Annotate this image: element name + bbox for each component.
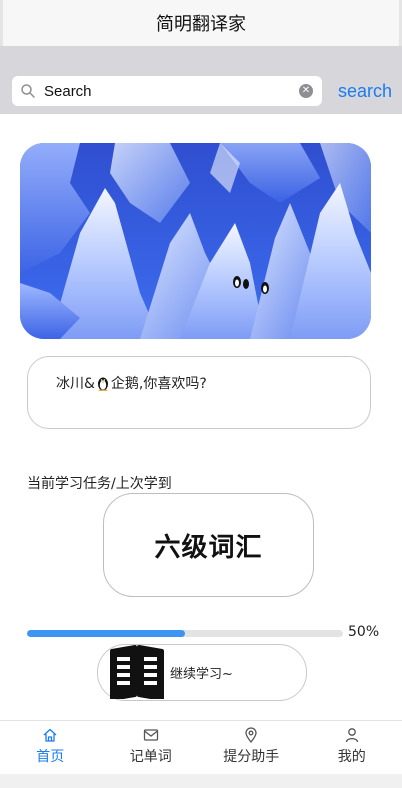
location-icon: [245, 727, 257, 743]
user-icon: [345, 728, 358, 743]
search-button[interactable]: search: [338, 81, 392, 102]
vocab-book-title: 六级词汇: [154, 532, 263, 563]
tab-profile[interactable]: 我的: [302, 721, 402, 774]
tab-score-helper-label: 提分助手: [223, 749, 280, 765]
caption-text-before: 冰川&: [56, 376, 95, 392]
caption-card: 冰川& 企鹅,你喜欢吗?: [27, 356, 371, 429]
tab-vocabulary-label: 记单词: [129, 749, 172, 765]
glacier-banner-image[interactable]: [20, 143, 371, 339]
vocab-book-card[interactable]: 六级词汇: [103, 493, 314, 597]
search-icon: [21, 84, 35, 98]
glacier-illustration: [20, 143, 371, 339]
caption-text-after: 企鹅,你喜欢吗?: [110, 376, 207, 392]
book-icon: [110, 645, 164, 699]
search-bar: ✕ search: [0, 46, 402, 114]
progress-label: 50%: [348, 624, 380, 640]
tab-profile-label: 我的: [337, 749, 366, 765]
tab-vocabulary[interactable]: 记单词: [101, 721, 202, 774]
tab-score-helper[interactable]: 提分助手: [201, 721, 302, 774]
tab-home[interactable]: 首页: [0, 721, 101, 774]
continue-learning-label: 继续学习~: [170, 667, 233, 682]
penguin-icon: [97, 377, 108, 391]
mail-icon: [143, 729, 158, 741]
search-input[interactable]: [44, 82, 284, 100]
progress-bar: [27, 630, 343, 637]
home-icon: [43, 728, 57, 742]
page-title: 简明翻译家: [156, 14, 246, 35]
tab-home-label: 首页: [36, 749, 65, 765]
clear-icon[interactable]: ✕: [299, 84, 313, 98]
progress-fill: [27, 630, 185, 637]
search-box[interactable]: ✕: [12, 76, 322, 106]
bottom-safe-area: [0, 774, 402, 788]
navigation-bar: 简明翻译家: [0, 0, 402, 46]
tab-bar: 首页 记单词 提分助手 我的: [0, 720, 402, 774]
current-task-label: 当前学习任务/上次学到: [27, 476, 172, 492]
